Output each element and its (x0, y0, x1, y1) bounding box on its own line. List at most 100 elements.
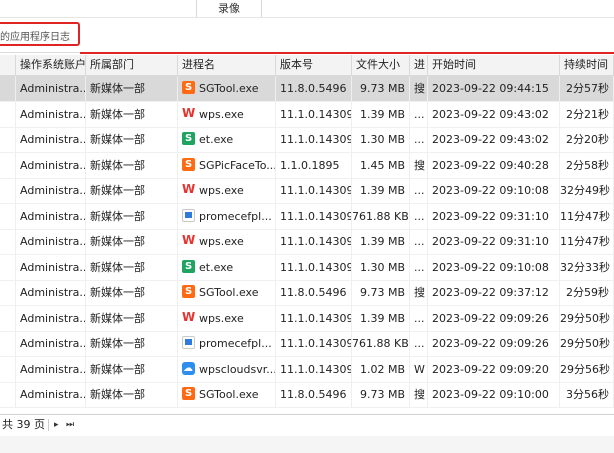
cell-flag: 搜 (410, 280, 428, 305)
col-duration[interactable]: 持续时间 (560, 55, 614, 75)
row-spacer (0, 101, 16, 127)
table-row[interactable]: Administra... 新媒体一部 wps.exe 11.1.0.14309 1.3… (0, 101, 614, 128)
cell-text: et.exe (199, 260, 234, 274)
cell-dur: 2分57秒 (560, 76, 614, 101)
cell-text: 搜 (414, 388, 425, 401)
cell-text: ... (414, 311, 425, 325)
cell-text: 新媒体一部 (90, 209, 145, 223)
table-row[interactable]: Administra... 新媒体一部 et.exe 11.1.0.14309 1.30… (0, 127, 614, 153)
cell-text: Administra... (20, 107, 86, 121)
cell-text: 新媒体一部 (90, 260, 145, 274)
cell-text: 29分56秒 (560, 362, 610, 376)
cell-text: 1.39 MB (359, 184, 405, 197)
cell-start: 2023-09-22 09:09:26 (428, 305, 560, 331)
tab-record[interactable]: 录像 (196, 0, 262, 17)
cell-text: Administra... (20, 362, 86, 376)
header-spacer (0, 55, 16, 75)
cell-text: wps.exe (199, 311, 244, 325)
cell-text: Administra... (20, 158, 86, 172)
cell-text: 2023-09-22 09:09:26 (432, 337, 549, 350)
cell-size: 1.39 MB (352, 178, 410, 203)
cell-text: 1.02 MB (359, 362, 405, 376)
cell-text: 2023-09-22 09:43:02 (432, 133, 549, 146)
sgtool-icon (182, 76, 195, 100)
top-bar: 录像 (0, 0, 614, 18)
col-version[interactable]: 版本号 (276, 55, 352, 75)
col-flag[interactable]: 进 (410, 55, 428, 75)
row-spacer (0, 254, 16, 280)
promecef-icon (182, 208, 195, 222)
cell-proc: SGTool.exe (178, 76, 276, 101)
cell-size: 1.30 MB (352, 254, 410, 280)
cell-ver: 11.8.0.5496 (276, 76, 352, 101)
cell-flag: 搜 (410, 382, 428, 407)
next-page-icon[interactable]: ▸ (54, 415, 59, 435)
cell-text: 2023-09-22 09:37:12 (432, 286, 549, 299)
cell-dept: 新媒体一部 (86, 305, 178, 331)
cell-text: 11.8.0.5496 (280, 286, 347, 299)
cell-dur: 32分33秒 (560, 254, 614, 280)
cell-text: 11.1.0.14309 (280, 235, 352, 248)
cell-account: Administra... (16, 76, 86, 101)
cell-text: 2分21秒 (566, 107, 609, 121)
last-page-icon[interactable]: ⏭ (66, 415, 74, 435)
col-size[interactable]: 文件大小 (352, 55, 410, 75)
sgtool-icon (182, 153, 195, 177)
table-row[interactable]: Administra... 新媒体一部 SGTool.exe 11.8.0.5496 9… (0, 280, 614, 306)
cell-start: 2023-09-22 09:09:26 (428, 331, 560, 356)
table-row[interactable]: Administra... 新媒体一部 wps.exe 11.1.0.14309 1.3… (0, 305, 614, 332)
cell-account: Administra... (16, 305, 86, 331)
cell-dept: 新媒体一部 (86, 331, 178, 356)
status-strip (0, 436, 614, 453)
cell-text: 11.1.0.14309 (280, 311, 352, 325)
cell-text: wps.exe (199, 235, 244, 248)
cell-text: 新媒体一部 (90, 184, 145, 197)
cell-text: ... (414, 337, 425, 350)
cell-proc: wps.exe (178, 229, 276, 254)
col-start[interactable]: 开始时间 (428, 55, 560, 75)
table-row[interactable]: Administra... 新媒体一部 et.exe 11.1.0.14309 1.30… (0, 254, 614, 281)
cell-flag: ... (410, 305, 428, 331)
cell-proc: wps.exe (178, 305, 276, 331)
cell-start: 2023-09-22 09:31:10 (428, 203, 560, 229)
table-row[interactable]: Administra... 新媒体一部 wps.exe 11.1.0.14309 1.3… (0, 178, 614, 204)
table-row[interactable]: Administra... 新媒体一部 SGPicFaceTo... 1.1.0.18… (0, 152, 614, 179)
cell-text: SGTool.exe (199, 286, 259, 299)
cell-ver: 11.1.0.14309 (276, 127, 352, 152)
cell-account: Administra... (16, 356, 86, 382)
cell-account: Administra... (16, 229, 86, 254)
cell-text: 1.39 MB (359, 235, 405, 248)
cell-text: 11.1.0.14309 (280, 362, 352, 376)
cell-text: 2023-09-22 09:10:00 (432, 388, 549, 401)
cell-text: 11.1.0.14309 (280, 133, 352, 146)
row-spacer (0, 178, 16, 203)
table-row[interactable]: Administra... 新媒体一部 wpscloudsvr... 11.1.0.1… (0, 356, 614, 383)
col-process[interactable]: 进程名 (178, 55, 276, 75)
cell-size: 761.88 KB (352, 203, 410, 229)
cell-text: Administra... (20, 82, 86, 95)
cell-proc: wps.exe (178, 178, 276, 203)
table-row[interactable]: Administra... 新媒体一部 wps.exe 11.1.0.14309 1.3… (0, 229, 614, 255)
cell-text: SGPicFaceTo... (199, 158, 276, 172)
table-row[interactable]: Administra... 新媒体一部 SGTool.exe 11.8.0.5496 9… (0, 76, 614, 102)
cell-size: 1.45 MB (352, 152, 410, 178)
cell-text: 761.88 KB (352, 337, 409, 350)
cell-text: 2分59秒 (566, 286, 609, 299)
cell-flag: 搜 (410, 152, 428, 178)
cell-proc: SGTool.exe (178, 382, 276, 407)
cell-start: 2023-09-22 09:37:12 (428, 280, 560, 305)
cell-size: 1.02 MB (352, 356, 410, 382)
cell-dept: 新媒体一部 (86, 356, 178, 382)
search-input[interactable]: 的应用程序日志 (0, 22, 80, 46)
table-row[interactable]: Administra... 新媒体一部 promecefpl... 11.1.0.14… (0, 331, 614, 357)
table-row[interactable]: Administra... 新媒体一部 SGTool.exe 11.8.0.5496 9… (0, 382, 614, 408)
table-row[interactable]: Administra... 新媒体一部 promecefpl... 11.1.0.14… (0, 203, 614, 230)
cell-text: Administra... (20, 286, 86, 299)
cell-text: Administra... (20, 337, 86, 350)
col-account[interactable]: 操作系统账户 (16, 55, 86, 75)
col-dept[interactable]: 所属部门 (86, 55, 178, 75)
cell-text: 11.1.0.14309 (280, 107, 352, 121)
cell-text: 新媒体一部 (90, 337, 145, 350)
cell-text: 1.30 MB (359, 133, 405, 146)
cell-account: Administra... (16, 152, 86, 178)
